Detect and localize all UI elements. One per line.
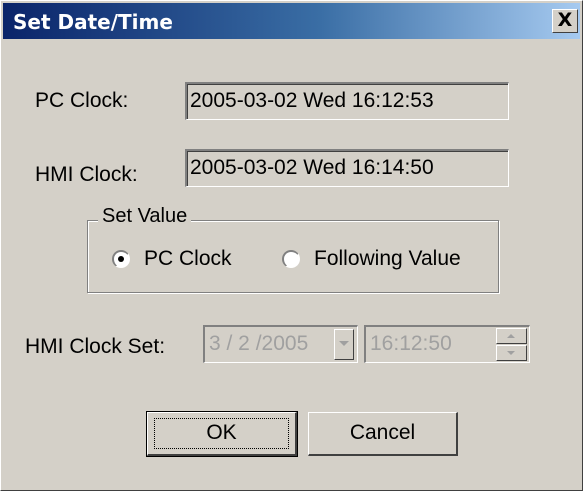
pc-clock-field: 2005-03-02 Wed 16:12:53	[185, 82, 509, 120]
chevron-down-icon	[339, 341, 349, 346]
ok-button[interactable]: OK	[146, 411, 298, 457]
date-dropdown-button[interactable]	[334, 329, 354, 360]
set-value-legend: Set Value	[98, 205, 192, 228]
title-bar[interactable]: Set Date/Time X	[3, 3, 580, 39]
cancel-button-label: Cancel	[349, 421, 416, 444]
time-field[interactable]: 16:12:50	[364, 325, 530, 363]
radio-button-icon[interactable]	[282, 250, 300, 268]
close-button[interactable]: X	[552, 9, 578, 33]
date-combobox[interactable]: 3 / 2 /2005	[203, 325, 358, 363]
radio-following-value-label[interactable]: Following Value	[314, 247, 461, 271]
time-spin-down-button[interactable]	[496, 345, 527, 361]
arrow-up-icon	[507, 334, 515, 338]
arrow-down-icon	[507, 351, 515, 355]
hmi-clock-label: HMI Clock:	[35, 163, 138, 186]
hmi-clock-field: 2005-03-02 Wed 16:14:50	[185, 149, 509, 187]
time-spin-up-button[interactable]	[496, 328, 527, 344]
hmi-clock-set-label: HMI Clock Set:	[25, 335, 166, 358]
focus-rectangle	[154, 418, 289, 449]
pc-clock-label: PC Clock:	[35, 89, 129, 112]
close-icon: X	[557, 9, 573, 31]
radio-button-icon[interactable]	[112, 250, 130, 268]
window-title: Set Date/Time	[13, 10, 173, 34]
cancel-button[interactable]: Cancel	[308, 412, 458, 456]
radio-selected-dot	[118, 256, 124, 262]
radio-pc-clock-label[interactable]: PC Clock	[144, 247, 232, 271]
date-value: 3 / 2 /2005	[209, 332, 309, 355]
time-value: 16:12:50	[370, 332, 452, 355]
set-datetime-dialog: Set Date/Time X PC Clock: 2005-03-02 Wed…	[0, 0, 583, 491]
